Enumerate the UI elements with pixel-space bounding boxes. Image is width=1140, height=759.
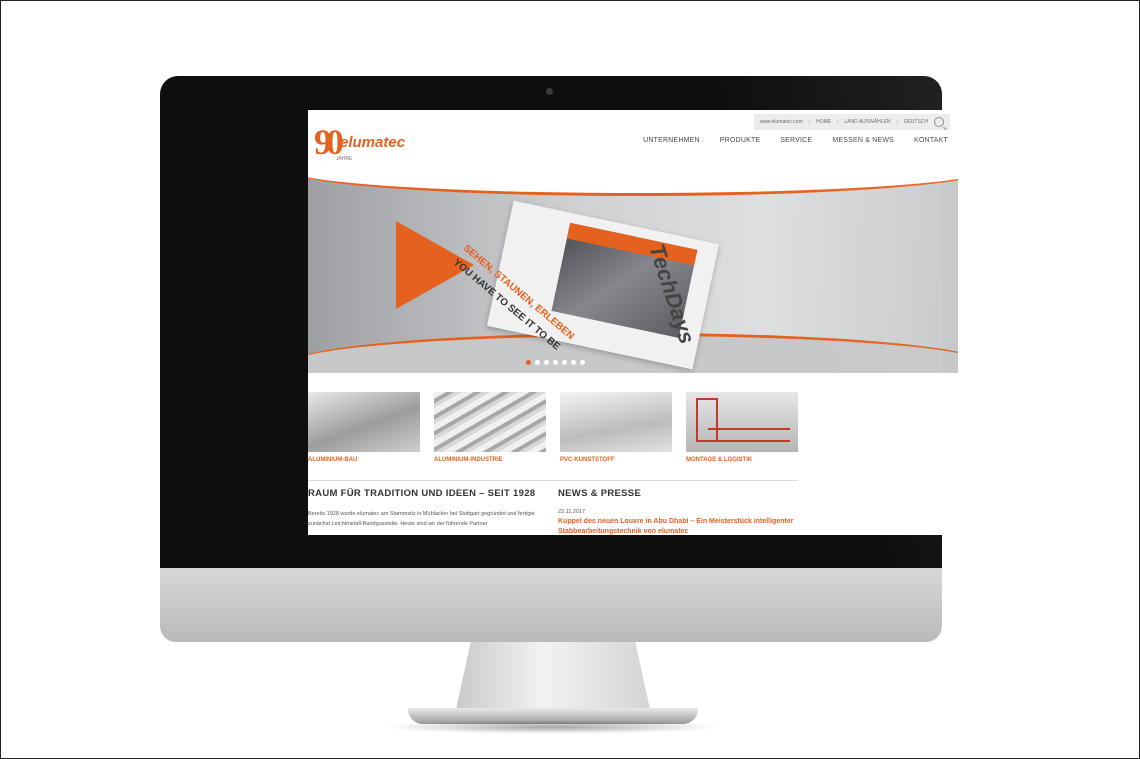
slider-dot[interactable] [535,360,540,365]
category-label[interactable]: ALUMINIUM-BAU [308,457,420,463]
camera-icon [546,88,553,95]
category-image[interactable] [308,392,420,452]
news-heading: NEWS & PRESSE [558,488,642,499]
slider-dots [526,360,585,365]
stand-shadow [382,720,722,734]
slider-dot[interactable] [544,360,549,365]
monitor-chin [160,568,942,642]
category-image[interactable] [686,392,798,452]
nav-item-service[interactable]: SERVICE [780,137,812,144]
about-section: RAUM FÜR TRADITION UND IDEEN – SEIT 1928… [308,488,553,529]
search-icon[interactable] [934,117,944,127]
slider-dot[interactable] [580,360,585,365]
website-screen: www.elumatec.com | HOME | LAND AUSWÄHLEN… [308,110,958,535]
news-section: NEWS & PRESSE 22.11.2017 Kuppel des neue… [558,488,798,535]
category-label[interactable]: PVC-KUNSTSTOFF [560,457,672,463]
hero-slider[interactable]: SEHEN, STAUNEN, ERLEBEN YOU HAVE TO SEE … [308,173,958,373]
logo-brand: elumatec [340,134,406,151]
nav-item-messen-news[interactable]: MESSEN & NEWS [832,137,894,144]
topbar-link-language[interactable]: DEUTSCH [904,119,928,125]
logo-subtitle: JAHRE [336,156,353,162]
category-aluminium-industrie[interactable]: ALUMINIUM-INDUSTRIE [434,392,546,463]
nav-item-produkte[interactable]: PRODUKTE [720,137,761,144]
section-divider [308,480,798,481]
slider-dot[interactable] [553,360,558,365]
category-label[interactable]: MONTAGE & LOGISTIK [686,457,798,463]
slider-dot[interactable] [562,360,567,365]
monitor-bezel: www.elumatec.com | HOME | LAND AUSWÄHLEN… [160,76,958,568]
imac-monitor: www.elumatec.com | HOME | LAND AUSWÄHLEN… [160,76,958,642]
topbar-link-home[interactable]: HOME [816,119,831,125]
hero-swoosh-top [308,173,958,196]
category-montage-logistik[interactable]: MONTAGE & LOGISTIK [686,392,798,463]
topbar-link-country[interactable]: LAND AUSWÄHLEN [844,119,890,125]
monitor-stand-neck [455,642,651,714]
site-logo[interactable]: 90 elumatec JAHRE [314,122,424,166]
category-label[interactable]: ALUMINIUM-INDUSTRIE [434,457,546,463]
url-text: www.elumatec.com [759,119,803,125]
about-text: Bereits 1928 wurde elumatec am Stammsitz… [308,511,535,527]
logo-number: 90 [314,122,344,162]
category-aluminium-bau[interactable]: ALUMINIUM-BAU [308,392,420,463]
news-title-link[interactable]: Kuppel des neuen Louvre in Abu Dhabi – E… [558,517,798,535]
category-row: ALUMINIUM-BAU ALUMINIUM-INDUSTRIE PVC-KU… [308,392,958,463]
news-date: 22.11.2017 [558,509,586,515]
utility-bar: www.elumatec.com | HOME | LAND AUSWÄHLEN… [753,114,950,130]
slider-dot[interactable] [571,360,576,365]
main-nav: UNTERNEHMEN PRODUKTE SERVICE MESSEN & NE… [643,137,948,144]
about-heading: RAUM FÜR TRADITION UND IDEEN – SEIT 1928 [308,488,536,499]
nav-item-unternehmen[interactable]: UNTERNEHMEN [643,137,700,144]
category-image[interactable] [560,392,672,452]
category-image[interactable] [434,392,546,452]
category-pvc-kunststoff[interactable]: PVC-KUNSTSTOFF [560,392,672,463]
nav-item-kontakt[interactable]: KONTAKT [914,137,948,144]
slider-dot[interactable] [526,360,531,365]
